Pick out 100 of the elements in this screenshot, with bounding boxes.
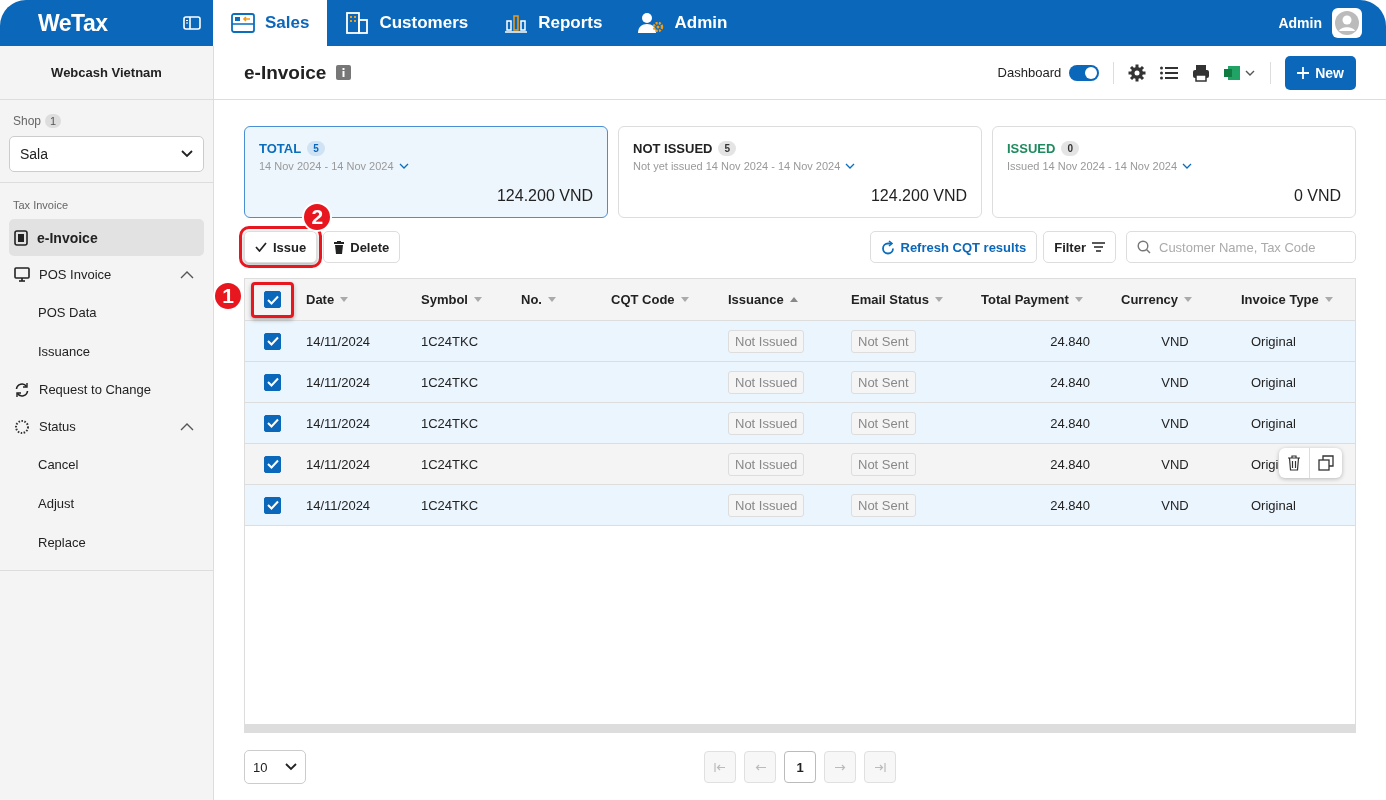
sidebar-subitem[interactable]: POS Data [9, 293, 204, 332]
trash-icon[interactable] [1287, 455, 1301, 471]
column-header[interactable]: No. [515, 279, 605, 320]
bar-chart-icon [504, 13, 529, 33]
sidebar-toggle-icon[interactable] [183, 16, 201, 30]
date-range: Not yet issued 14 Nov 2024 - 14 Nov 2024 [633, 160, 841, 172]
spinner-icon [14, 418, 30, 435]
nav-tab[interactable]: Customers [327, 0, 487, 46]
table-cell-text: 14/11/2024 [305, 332, 372, 351]
card-title: ISSUED [1007, 141, 1056, 156]
row-checkbox[interactable] [264, 332, 281, 350]
row-checkbox[interactable] [264, 496, 281, 514]
nav-tab[interactable]: Reports [486, 0, 621, 46]
sidebar-subitem[interactable]: Cancel [9, 445, 204, 484]
sidebar-item[interactable]: Status [9, 408, 204, 445]
summary-card[interactable]: ISSUED 0 Issued 14 Nov 2024 - 14 Nov 2024 0 VND [992, 126, 1356, 218]
table-cell-text: 24.840 [1049, 455, 1091, 474]
column-header[interactable]: Issuance [722, 279, 845, 320]
select-all-checkbox[interactable] [251, 281, 294, 318]
receipt-icon [14, 229, 28, 246]
card-amount: 124.200 VND [495, 187, 593, 205]
excel-icon[interactable] [1224, 64, 1257, 81]
row-checkbox[interactable] [264, 414, 281, 432]
table-row[interactable]: 14/11/2024 1C24TKC Not Issued Not Sent 24.840 VND Original [245, 403, 1355, 444]
copy-icon[interactable] [1318, 455, 1334, 471]
table-row[interactable]: 14/11/2024 1C24TKC Not Issued Not Sent 24.840 VND Original [245, 321, 1355, 362]
table-cell-text: VND [1160, 455, 1190, 474]
user-gear-icon [638, 12, 665, 34]
row-checkbox[interactable] [264, 373, 281, 391]
column-header[interactable]: CQT Code [605, 279, 722, 320]
search-field[interactable]: Customer Name, Tax Code [1126, 231, 1356, 263]
shop-select[interactable]: Sala [9, 136, 204, 172]
nav-tab[interactable]: Admin [620, 0, 746, 46]
settings-icon[interactable] [1128, 63, 1147, 82]
sidebar-subitem[interactable]: Issuance [9, 332, 204, 371]
sidebar-item[interactable]: e-Invoice [9, 219, 204, 256]
status-tag: Not Sent [851, 452, 916, 476]
card-amount: 124.200 VND [869, 187, 967, 205]
page-size-select[interactable]: 10 [244, 750, 306, 784]
check-icon [266, 377, 279, 387]
dashboard-label: Dashboard [997, 65, 1062, 80]
chevron-down-icon[interactable] [1182, 163, 1192, 169]
check-icon [266, 294, 279, 305]
shop-label: Shop [13, 114, 42, 128]
page-button[interactable]: 1 [784, 751, 816, 783]
nav-tab[interactable]: Sales [213, 0, 328, 46]
table-row[interactable]: 14/11/2024 1C24TKC Not Issued Not Sent 24.840 VND Original [245, 362, 1355, 403]
chevron-icon[interactable] [180, 270, 194, 279]
table-cell-text: 24.840 [1049, 496, 1091, 515]
table-cell-text: 1C24TKC [420, 496, 480, 515]
list-icon[interactable] [1160, 65, 1179, 80]
card-title: TOTAL [259, 141, 302, 156]
table-cell-text: 14/11/2024 [305, 496, 372, 515]
sidebar-subitem[interactable]: Adjust [9, 484, 204, 523]
table-row[interactable]: 14/11/2024 1C24TKC Not Issued Not Sent 24.840 VND Origi [245, 444, 1355, 485]
chevron-down-icon[interactable] [398, 163, 409, 169]
status-tag: Not Sent [851, 370, 916, 394]
dashboard-toggle[interactable] [1069, 64, 1100, 81]
summary-card[interactable]: NOT ISSUED 5 Not yet issued 14 Nov 2024 - 14 Nov 2024 124.200 VND [618, 126, 982, 218]
info-icon[interactable] [336, 65, 352, 80]
delete-button[interactable]: Delete [323, 231, 401, 263]
scrollbar[interactable] [245, 724, 1355, 732]
status-tag: Not Issued [728, 493, 805, 517]
sidebar-item[interactable]: POS Invoice [9, 256, 204, 293]
card-title: NOT ISSUED [633, 141, 713, 156]
status-tag: Not Sent [851, 329, 916, 353]
refresh-button[interactable]: Refresh CQT results [869, 231, 1038, 263]
column-header[interactable]: Invoice Type [1235, 279, 1355, 320]
status-tag: Not Sent [851, 411, 916, 435]
table-cell-text: VND [1160, 373, 1190, 392]
count-badge: 5 [718, 141, 737, 156]
table-cell-text: 24.840 [1049, 332, 1091, 351]
table-cell-text: 1C24TKC [420, 455, 480, 474]
avatar-icon[interactable] [1332, 8, 1362, 38]
table-cell-text: VND [1160, 414, 1190, 433]
check-icon [266, 459, 279, 469]
sort-caret-icon[interactable] [789, 297, 798, 302]
row-checkbox[interactable] [264, 455, 281, 473]
new-button[interactable]: New [1285, 55, 1356, 90]
column-header[interactable]: Symbol [415, 279, 515, 320]
count-badge: 1 [45, 114, 62, 128]
section-label: Tax Invoice [12, 198, 70, 213]
page-title: e-Invoice [244, 61, 327, 84]
check-icon [266, 418, 279, 428]
status-tag: Not Issued [728, 411, 805, 435]
table-row[interactable]: 14/11/2024 1C24TKC Not Issued Not Sent 24.840 VND Original [245, 485, 1355, 526]
column-header[interactable]: Total Payment [975, 279, 1115, 320]
step-badge: 1 [213, 281, 243, 311]
sidebar-item[interactable]: Request to Change [9, 371, 204, 408]
filter-button[interactable]: Filter [1043, 231, 1116, 263]
arrow-left-icon [754, 762, 766, 772]
search-icon [1137, 240, 1151, 254]
column-header[interactable]: Date [300, 279, 415, 320]
sidebar-subitem[interactable]: Replace [9, 523, 204, 562]
column-header[interactable]: Email Status [845, 279, 975, 320]
logo[interactable]: WeTax [38, 9, 108, 37]
chevron-icon[interactable] [180, 422, 194, 431]
chevron-down-icon[interactable] [845, 163, 856, 169]
print-icon[interactable] [1192, 63, 1211, 82]
column-header[interactable]: Currency [1115, 279, 1235, 320]
